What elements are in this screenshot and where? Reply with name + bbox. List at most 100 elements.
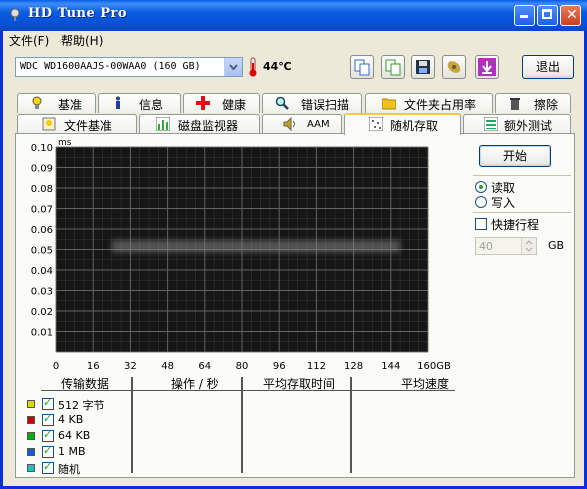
magnifier-icon (275, 96, 289, 110)
file-benchmark-icon (42, 117, 56, 131)
series-checkbox[interactable] (42, 428, 54, 442)
tab-row-top: 基准 信息 健康 错误扫描 文件夹占用率 擦除 (3, 93, 584, 113)
series-color-swatch (27, 448, 35, 456)
y-tick-label: 0.09 (31, 164, 53, 175)
health-cross-icon (196, 96, 210, 110)
tab-folder-usage[interactable]: 文件夹占用率 (365, 93, 493, 113)
tab-info[interactable]: 信息 (98, 93, 181, 113)
temperature-value: 44℃ (263, 60, 292, 73)
tab-erase-label: 擦除 (534, 98, 559, 112)
x-tick-label: 16 (87, 361, 100, 372)
tab-disk-monitor[interactable]: 磁盘监视器 (139, 114, 260, 134)
app-window: HD Tune Pro ✕ 文件(F) 帮助(H) WDC WD1600AAJS… (0, 0, 587, 489)
tab-random-access[interactable]: 随机存取 (344, 113, 461, 135)
minimize-button[interactable] (514, 5, 535, 26)
series-checkbox[interactable] (42, 444, 54, 458)
tab-aam-label: AAM (307, 119, 330, 130)
write-radio-label: 写入 (491, 196, 516, 210)
series-label: 512 字节 (58, 399, 105, 412)
y-tick-label: 0.07 (31, 205, 53, 216)
toolbar: WDC WD1600AAJS-00WAA0 (160 GB) 44℃ 退出 (3, 50, 584, 86)
series-checkbox[interactable] (42, 412, 54, 426)
lightbulb-icon (32, 96, 42, 109)
drive-select-value: WDC WD1600AAJS-00WAA0 (160 GB) (20, 61, 201, 72)
tab-error-scan-label: 错误扫描 (301, 98, 350, 112)
x-tick-label: 112 (307, 361, 326, 372)
tab-error-scan[interactable]: 错误扫描 (262, 93, 362, 113)
series-color-swatch (27, 416, 35, 424)
drive-select[interactable]: WDC WD1600AAJS-00WAA0 (160 GB) (15, 57, 243, 77)
y-tick-label: 0.10 (31, 143, 53, 154)
y-tick-label: 0.03 (31, 287, 53, 298)
extra-tests-icon (484, 117, 498, 131)
tab-aam[interactable]: AAM (262, 114, 342, 134)
copy-info-icon[interactable] (350, 55, 374, 79)
quick-stroke-label: 快捷行程 (491, 218, 540, 232)
trash-icon (510, 98, 520, 110)
tab-extra-tests[interactable]: 额外测试 (463, 114, 571, 134)
column-divider (241, 377, 243, 473)
y-axis-label: ms (58, 138, 72, 148)
menu-help[interactable]: 帮助(H) (61, 32, 103, 49)
app-icon (10, 8, 20, 21)
tab-health-label: 健康 (222, 98, 247, 112)
quick-stroke-unit: GB (548, 239, 565, 252)
x-tick-label: 32 (124, 361, 137, 372)
close-button[interactable]: ✕ (560, 5, 581, 26)
x-tick-label: 0 (53, 361, 59, 372)
series-color-swatch (27, 464, 35, 472)
series-label: 64 KB (58, 429, 91, 442)
tab-erase[interactable]: 擦除 (495, 93, 571, 113)
y-tick-label: 0.02 (31, 307, 53, 318)
x-tick-label: 96 (273, 361, 286, 372)
spinner-arrows-icon[interactable] (521, 238, 536, 254)
thermometer-icon (249, 57, 257, 77)
read-radio[interactable] (475, 181, 487, 193)
temperature-indicator: 44℃ (247, 57, 295, 77)
folder-icon (382, 98, 396, 110)
copy-all-icon[interactable] (381, 55, 405, 79)
x-tick-label: 144 (381, 361, 400, 372)
tab-folder-usage-label: 文件夹占用率 (404, 98, 477, 112)
series-color-swatch (27, 400, 35, 408)
tab-file-benchmark-label: 文件基准 (64, 119, 113, 133)
tab-benchmark-label: 基准 (58, 98, 83, 112)
tab-extra-tests-label: 额外测试 (504, 119, 553, 133)
x-tick-label: 80 (236, 361, 249, 372)
separator (473, 212, 571, 213)
start-button[interactable]: 开始 (479, 145, 551, 167)
y-tick-label: 0.04 (31, 266, 53, 277)
y-tick-label: 0.06 (31, 225, 53, 236)
speaker-icon (283, 117, 295, 131)
quick-stroke-checkbox[interactable] (475, 218, 487, 230)
tab-benchmark[interactable]: 基准 (17, 93, 96, 113)
quick-stroke-spinner[interactable]: 40 (475, 237, 537, 255)
series-checkbox[interactable] (42, 460, 54, 474)
column-divider (350, 377, 352, 473)
tab-file-benchmark[interactable]: 文件基准 (17, 114, 137, 134)
tab-row-bottom: 文件基准 磁盘监视器 AAM 随机存取 额外测试 (3, 113, 584, 135)
x-tick-label: 160GB (417, 361, 451, 372)
exit-button[interactable]: 退出 (522, 55, 574, 79)
maximize-button[interactable] (537, 5, 558, 26)
tab-random-access-label: 随机存取 (390, 119, 439, 133)
download-icon[interactable] (475, 55, 499, 79)
y-tick-label: 0.05 (31, 246, 53, 257)
quick-stroke-value: 40 (479, 240, 493, 253)
window-title: HD Tune Pro (28, 6, 128, 21)
write-radio[interactable] (475, 196, 487, 208)
tab-health[interactable]: 健康 (183, 93, 260, 113)
y-tick-label: 0.01 (31, 328, 53, 339)
bar-chart-icon (156, 117, 170, 131)
save-icon[interactable] (411, 55, 435, 79)
options-icon[interactable] (442, 55, 466, 79)
y-tick-label: 0.08 (31, 184, 53, 195)
random-access-icon (369, 117, 383, 131)
tab-info-label: 信息 (139, 98, 164, 112)
separator (473, 175, 571, 176)
x-tick-label: 48 (161, 361, 174, 372)
menu-file[interactable]: 文件(F) (9, 32, 49, 49)
chevron-down-icon[interactable] (224, 58, 242, 76)
series-checkbox[interactable] (42, 396, 54, 410)
x-tick-label: 128 (344, 361, 363, 372)
